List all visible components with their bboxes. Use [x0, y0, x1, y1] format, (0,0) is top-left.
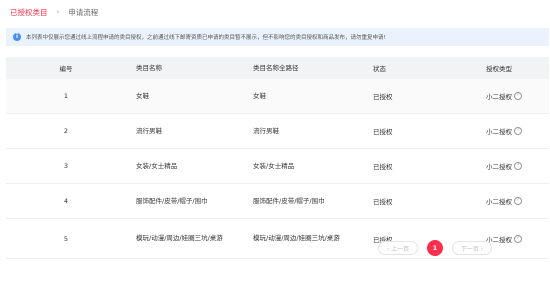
cell-category-name: 流行男鞋	[136, 126, 162, 135]
header-category-name: 类目名称	[136, 63, 162, 72]
help-icon[interactable]: ?	[514, 162, 522, 170]
cell-status: 已授权	[373, 198, 393, 206]
cell-category-name: 女装/女士精品	[136, 161, 178, 170]
help-icon[interactable]: ?	[514, 234, 522, 243]
table-row: 2 流行男鞋 流行男鞋 已授权 小二授权 ?	[6, 114, 549, 149]
cell-id: 4	[63, 197, 69, 205]
cell-id: 3	[63, 162, 69, 170]
auth-type-label: 小二授权	[486, 198, 512, 206]
cell-category-path: 流行男鞋	[253, 126, 279, 135]
help-icon[interactable]: ?	[514, 127, 522, 135]
cell-category-name: 模玩/动漫/周边/娃圈三坑/桌游	[136, 234, 223, 242]
notice-text: 本列表中仅展示您通过线上流程申请的类目授权，之前通过线下邮寄资质已申请的类目暂不…	[26, 35, 386, 41]
cell-status: 已授权	[373, 93, 393, 101]
header-status: 状态	[373, 65, 386, 73]
next-page-button[interactable]: 下一页 ›	[452, 241, 492, 255]
cell-category-path: 女鞋	[253, 91, 266, 100]
cell-auth-type: 小二授权 ?	[480, 91, 549, 101]
cell-category-name: 服饰配件/皮带/帽子/围巾	[136, 196, 208, 205]
auth-type-label: 小二授权	[486, 163, 512, 171]
cell-category-path: 服饰配件/皮带/帽子/围巾	[253, 196, 325, 205]
header-id: 编号	[59, 65, 73, 73]
cell-id: 5	[63, 234, 69, 243]
table-header: 编号 类目名称 类目名称全路径 状态 授权类型	[6, 57, 549, 79]
authorization-table: 编号 类目名称 类目名称全路径 状态 授权类型 1 女鞋 女鞋 已授权 小二授权…	[6, 57, 549, 259]
auth-type-label: 小二授权	[486, 93, 512, 101]
notice-banner: i 本列表中仅展示您通过线上流程申请的类目授权，之前通过线下邮寄资质已申请的类目…	[6, 28, 549, 46]
cell-status: 已授权	[373, 163, 393, 171]
cell-id: 2	[63, 127, 69, 135]
breadcrumb-parent-link[interactable]: 已授权类目	[10, 7, 48, 18]
info-icon: i	[13, 33, 21, 41]
current-page-button[interactable]: 1	[427, 240, 443, 256]
cell-category-path: 模玩/动漫/周边/娃圈三坑/桌游	[253, 234, 340, 242]
cell-category-name: 女鞋	[136, 91, 149, 100]
prev-page-button[interactable]: ‹ 上一页	[378, 241, 418, 255]
table-row: 3 女装/女士精品 女装/女士精品 已授权 小二授权 ?	[6, 149, 549, 184]
cell-auth-type: 小二授权 ?	[480, 161, 549, 171]
table-row: 4 服饰配件/皮带/帽子/围巾 服饰配件/皮带/帽子/围巾 已授权 小二授权 ?	[6, 184, 549, 219]
header-category-path: 类目名称全路径	[253, 63, 299, 72]
help-icon[interactable]: ?	[514, 197, 522, 205]
cell-auth-type: 小二授权 ?	[480, 126, 549, 136]
table-row: 1 女鞋 女鞋 已授权 小二授权 ?	[6, 79, 549, 114]
help-icon[interactable]: ?	[514, 92, 522, 100]
cell-category-path: 女装/女士精品	[253, 161, 295, 170]
header-auth-type: 授权类型	[486, 65, 512, 73]
pagination: ‹ 上一页 1 下一页 ›	[378, 240, 492, 256]
auth-type-label: 小二授权	[486, 128, 512, 136]
breadcrumb: 已授权类目 › 申请流程	[10, 5, 98, 19]
cell-status: 已授权	[373, 128, 393, 136]
cell-auth-type: 小二授权 ?	[480, 196, 549, 206]
cell-id: 1	[63, 92, 69, 100]
breadcrumb-separator: ›	[56, 8, 60, 16]
breadcrumb-current: 申请流程	[68, 7, 99, 17]
